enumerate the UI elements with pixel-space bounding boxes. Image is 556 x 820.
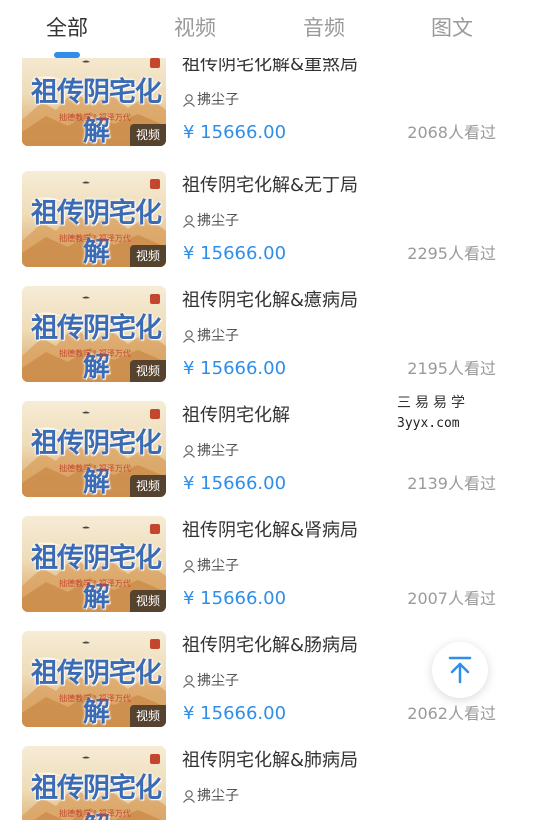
seal-icon: [150, 294, 160, 304]
view-count: 2195人看过: [407, 359, 496, 378]
user-icon: [183, 790, 195, 803]
course-author: 拂尘子: [182, 671, 239, 691]
author-name: 拂尘子: [197, 328, 239, 344]
course-thumbnail[interactable]: 祖传阴宅化解 拙德教学 | 福泽万代 视频: [22, 171, 166, 267]
course-price: ¥ 15666.00: [183, 243, 287, 264]
course-title[interactable]: 祖传阴宅化解&肺病局: [182, 748, 358, 774]
author-name: 拂尘子: [197, 788, 239, 804]
course-thumbnail[interactable]: 祖传阴宅化解 拙德教学 | 福泽万代 视频: [22, 54, 166, 146]
user-icon: [183, 560, 195, 573]
course-price: ¥ 15666.00: [183, 588, 287, 609]
list-item[interactable]: 祖传阴宅化解 拙德教学 | 福泽万代 视频 祖传阴宅化解 拂尘子 ¥ 15666…: [0, 401, 556, 516]
list-item[interactable]: 祖传阴宅化解 拙德教学 | 福泽万代 视频 祖传阴宅化解&肾病局 拂尘子 ¥ 1…: [0, 516, 556, 631]
course-author: 拂尘子: [182, 326, 239, 346]
course-price: ¥ 15666.00: [183, 122, 287, 143]
media-type-badge: 视频: [129, 245, 166, 267]
media-type-badge: 视频: [129, 705, 166, 727]
tab-bar: 全部 视频 音频 图文: [0, 0, 556, 58]
course-thumbnail[interactable]: 祖传阴宅化解 拙德教学 | 福泽万代 视频: [22, 286, 166, 382]
media-type-badge: 视频: [129, 124, 166, 146]
user-icon: [183, 215, 195, 228]
course-author: 拂尘子: [182, 786, 239, 806]
media-type-badge: 视频: [129, 360, 166, 382]
user-icon: [183, 330, 195, 343]
view-count: 2062人看过: [407, 704, 496, 723]
course-title[interactable]: 祖传阴宅化解&肠病局: [182, 633, 358, 659]
thumbnail-subtitle: 拙德教学 | 福泽万代: [59, 579, 131, 588]
tab-article[interactable]: 图文: [412, 14, 492, 42]
course-price: ¥ 15666.00: [183, 358, 287, 379]
course-thumbnail[interactable]: 祖传阴宅化解 拙德教学 | 福泽万代 视频: [22, 516, 166, 612]
thumbnail-subtitle: 拙德教学 | 福泽万代: [59, 234, 131, 243]
tab-audio[interactable]: 音频: [284, 14, 364, 42]
seal-icon: [150, 58, 160, 68]
seal-icon: [150, 179, 160, 189]
view-count: 2007人看过: [407, 589, 496, 608]
watermark-mask: [296, 398, 396, 444]
active-tab-indicator: [54, 52, 80, 58]
list-item[interactable]: 祖传阴宅化解 拙德教学 | 福泽万代 视频 祖传阴宅化解&癔病局 拂尘子 ¥ 1…: [0, 286, 556, 401]
arrow-up-icon: [448, 656, 472, 684]
seal-icon: [150, 409, 160, 419]
course-list: 祖传阴宅化解 拙德教学 | 福泽万代 视频 祖传阴宅化解&重煞局 拂尘子 ¥ 1…: [0, 54, 556, 820]
thumbnail-subtitle: 拙德教学 | 福泽万代: [59, 349, 131, 358]
watermark-url: 3yyx.com: [397, 416, 460, 431]
user-icon: [183, 675, 195, 688]
back-to-top-button[interactable]: [432, 642, 488, 698]
course-author: 拂尘子: [182, 90, 239, 110]
media-type-badge: 视频: [129, 475, 166, 497]
thumbnail-subtitle: 拙德教学 | 福泽万代: [59, 694, 131, 703]
course-title[interactable]: 祖传阴宅化解: [182, 403, 290, 429]
view-count: 2295人看过: [407, 244, 496, 263]
view-count: 2068人看过: [407, 123, 496, 142]
course-title[interactable]: 祖传阴宅化解&无丁局: [182, 173, 358, 199]
course-thumbnail[interactable]: 祖传阴宅化解 拙德教学 | 福泽万代 视频: [22, 401, 166, 497]
list-item[interactable]: 祖传阴宅化解 拙德教学 | 福泽万代 视频 祖传阴宅化解&无丁局 拂尘子 ¥ 1…: [0, 171, 556, 286]
course-thumbnail[interactable]: 祖传阴宅化解 拙德教学 | 福泽万代: [22, 746, 166, 820]
media-type-badge: 视频: [129, 590, 166, 612]
list-item[interactable]: 祖传阴宅化解 拙德教学 | 福泽万代 祖传阴宅化解&肺病局 拂尘子: [0, 746, 556, 820]
seal-icon: [150, 524, 160, 534]
course-title[interactable]: 祖传阴宅化解&肾病局: [182, 518, 358, 544]
thumbnail-subtitle: 拙德教学 | 福泽万代: [59, 464, 131, 473]
course-author: 拂尘子: [182, 211, 239, 231]
thumbnail-subtitle: 拙德教学 | 福泽万代: [59, 809, 131, 818]
author-name: 拂尘子: [197, 443, 239, 459]
course-thumbnail[interactable]: 祖传阴宅化解 拙德教学 | 福泽万代 视频: [22, 631, 166, 727]
seal-icon: [150, 754, 160, 764]
author-name: 拂尘子: [197, 558, 239, 574]
course-author: 拂尘子: [182, 441, 239, 461]
list-item[interactable]: 祖传阴宅化解 拙德教学 | 福泽万代 视频 祖传阴宅化解&重煞局 拂尘子 ¥ 1…: [0, 54, 556, 171]
user-icon: [183, 94, 195, 107]
author-name: 拂尘子: [197, 673, 239, 689]
tab-all[interactable]: 全部: [27, 14, 107, 42]
tab-video[interactable]: 视频: [155, 14, 235, 42]
course-author: 拂尘子: [182, 556, 239, 576]
view-count: 2139人看过: [407, 474, 496, 493]
watermark-name: 三易易学: [397, 395, 469, 411]
watermark: 三易易学 3yyx.com: [397, 392, 469, 431]
course-price: ¥ 15666.00: [183, 703, 287, 724]
author-name: 拂尘子: [197, 213, 239, 229]
user-icon: [183, 445, 195, 458]
course-title[interactable]: 祖传阴宅化解&癔病局: [182, 288, 358, 314]
thumbnail-subtitle: 拙德教学 | 福泽万代: [59, 113, 131, 122]
seal-icon: [150, 639, 160, 649]
author-name: 拂尘子: [197, 92, 239, 108]
course-price: ¥ 15666.00: [183, 473, 287, 494]
